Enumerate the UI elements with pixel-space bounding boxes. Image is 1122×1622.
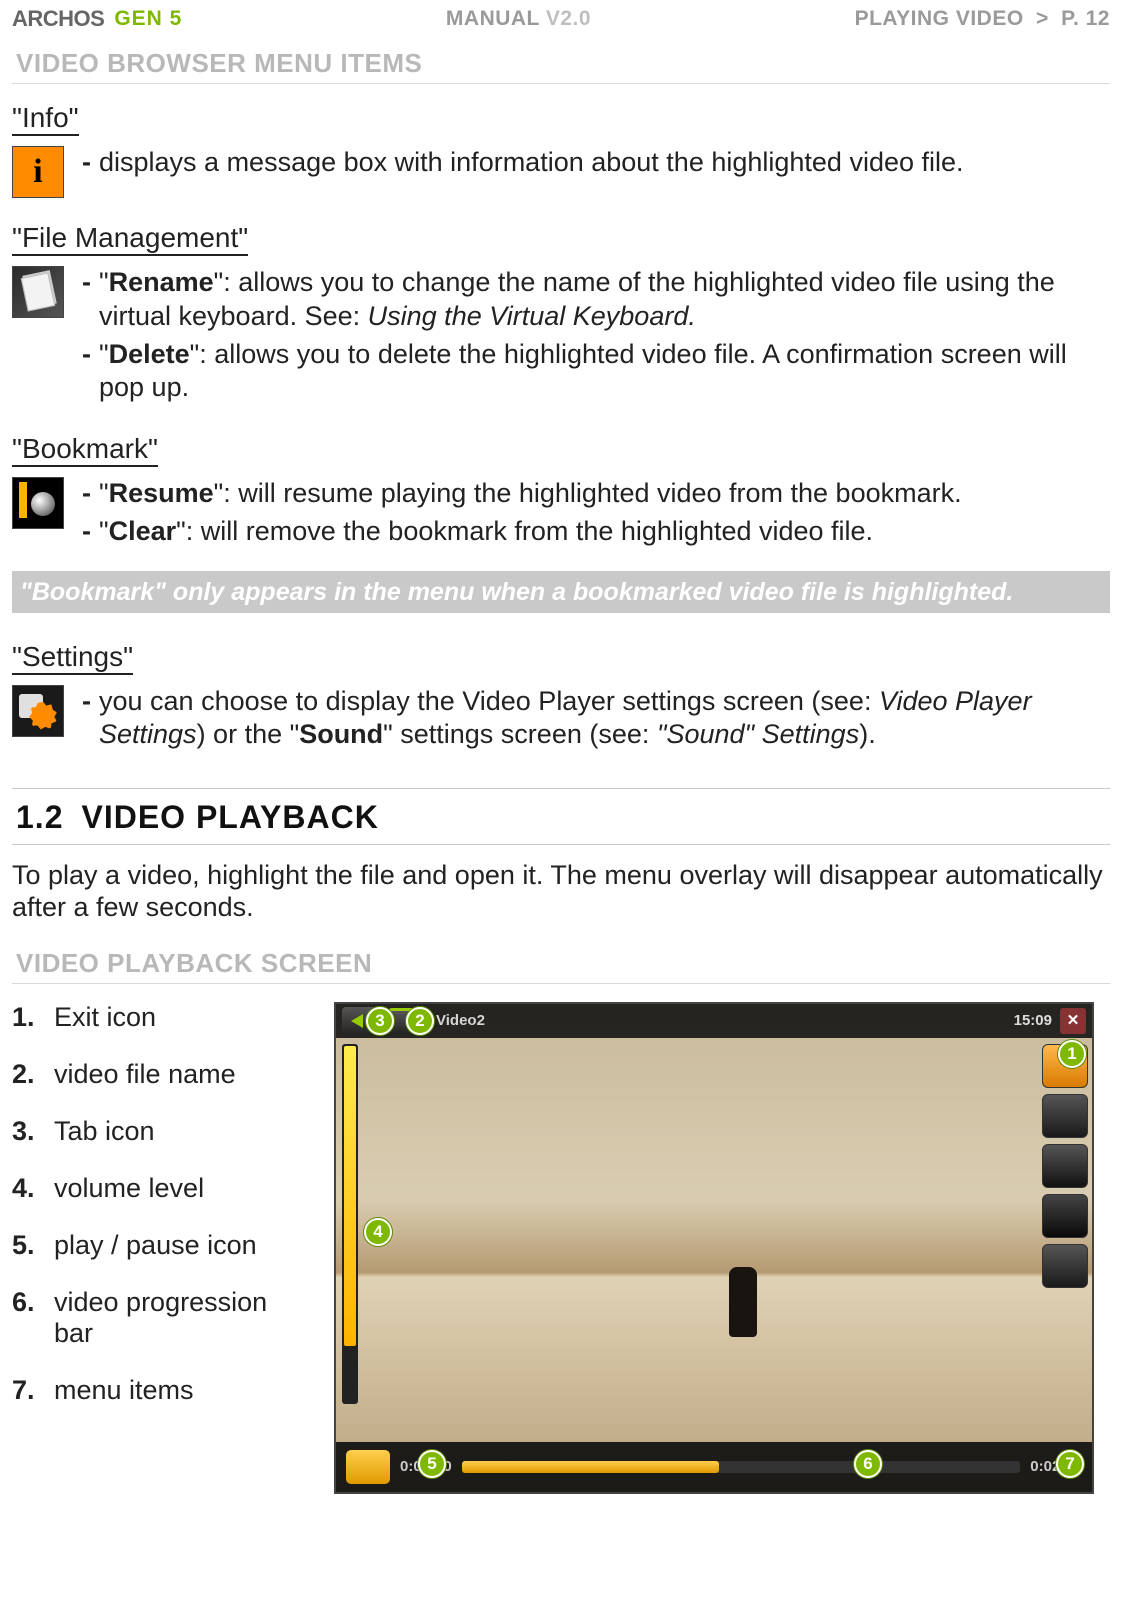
delete-label: Delete bbox=[109, 339, 190, 369]
list-item: 6.video progression bar bbox=[12, 1287, 312, 1349]
video-player-screenshot: Video2 15:09 ✕ 0:01:10 0:02:46 1 2 3 bbox=[334, 1002, 1094, 1494]
callout-marker-5: 5 bbox=[418, 1450, 446, 1478]
progress-bar[interactable] bbox=[462, 1461, 1021, 1473]
playback-intro: To play a video, highlight the file and … bbox=[12, 859, 1110, 924]
file-icon bbox=[12, 266, 64, 318]
legend-7: menu items bbox=[54, 1375, 194, 1406]
rename-description: "Rename": allows you to change the name … bbox=[99, 266, 1110, 334]
video-content-silhouette bbox=[729, 1267, 757, 1337]
breadcrumb-section: PLAYING VIDEO bbox=[855, 7, 1024, 30]
manual-label: MANUAL bbox=[446, 7, 540, 30]
menu-item-file-title: "File Management" bbox=[12, 222, 248, 256]
bullet-dash: - bbox=[82, 338, 91, 406]
list-item: 1.Exit icon bbox=[12, 1002, 312, 1033]
page-number: P. 12 bbox=[1061, 7, 1110, 30]
brand-logo: ARCHOS bbox=[12, 6, 104, 32]
player-bottombar: 0:01:10 0:02:46 bbox=[336, 1442, 1092, 1492]
clear-label: Clear bbox=[109, 516, 177, 546]
menu-speed-icon[interactable] bbox=[1042, 1144, 1088, 1188]
section-heading-playback-screen: VIDEO PLAYBACK SCREEN bbox=[12, 934, 1110, 984]
clear-text: : will remove the bookmark from the high… bbox=[186, 516, 873, 546]
menu-settings-icon[interactable] bbox=[1042, 1244, 1088, 1288]
bookmark-icon bbox=[12, 477, 64, 529]
settings-end: ). bbox=[859, 719, 876, 749]
section-title: VIDEO PLAYBACK bbox=[81, 799, 378, 835]
legend-6: video progression bar bbox=[54, 1287, 312, 1349]
legend-list: 1.Exit icon 2.video file name 3.Tab icon… bbox=[12, 1002, 312, 1432]
menu-format-icon[interactable] bbox=[1042, 1094, 1088, 1138]
bookmark-note: "Bookmark" only appears in the menu when… bbox=[12, 571, 1110, 613]
callout-marker-1: 1 bbox=[1058, 1040, 1086, 1068]
breadcrumb: PLAYING VIDEO > P. 12 bbox=[855, 7, 1110, 31]
delete-text: : allows you to delete the highlighted v… bbox=[99, 339, 1067, 403]
settings-mid2: " settings screen (see: bbox=[383, 719, 657, 749]
settings-mid: ) or the " bbox=[197, 719, 300, 749]
section-heading-playback: 1.2 VIDEO PLAYBACK bbox=[12, 788, 1110, 845]
clear-description: "Clear": will remove the bookmark from t… bbox=[99, 515, 873, 549]
legend-3: Tab icon bbox=[54, 1116, 155, 1147]
chevron-right-icon: > bbox=[1036, 7, 1049, 30]
resume-label: Resume bbox=[109, 478, 214, 508]
callout-marker-3: 3 bbox=[366, 1007, 394, 1035]
legend-2: video file name bbox=[54, 1059, 236, 1090]
callout-marker-7: 7 bbox=[1056, 1450, 1084, 1478]
player-topbar: Video2 15:09 ✕ bbox=[336, 1004, 1092, 1038]
video-filename: Video2 bbox=[436, 1012, 485, 1029]
info-description: displays a message box with information … bbox=[99, 146, 964, 180]
menu-item-settings-title: "Settings" bbox=[12, 641, 133, 675]
volume-bar[interactable] bbox=[342, 1044, 358, 1404]
sound-label: Sound bbox=[299, 719, 383, 749]
menu-sidebar bbox=[1042, 1044, 1088, 1288]
rename-label: Rename bbox=[109, 267, 214, 297]
settings-ref2: "Sound" Settings bbox=[657, 719, 859, 749]
menu-item-info-title: "Info" bbox=[12, 102, 79, 136]
menu-bookmark-icon[interactable] bbox=[1042, 1194, 1088, 1238]
bullet-dash: - bbox=[82, 477, 91, 511]
legend-5: play / pause icon bbox=[54, 1230, 257, 1261]
settings-description: you can choose to display the Video Play… bbox=[99, 685, 1110, 753]
list-item: 2.video file name bbox=[12, 1059, 312, 1090]
list-item: 3.Tab icon bbox=[12, 1116, 312, 1147]
clock-label: 15:09 bbox=[1014, 1012, 1052, 1029]
doc-title: MANUAL V2.0 bbox=[446, 7, 591, 31]
legend-4: volume level bbox=[54, 1173, 204, 1204]
resume-description: "Resume": will resume playing the highli… bbox=[99, 477, 962, 511]
close-icon[interactable]: ✕ bbox=[1060, 1008, 1086, 1034]
bullet-dash: - bbox=[82, 515, 91, 549]
resume-text: : will resume playing the highlighted vi… bbox=[223, 478, 961, 508]
settings-pre: you can choose to display the Video Play… bbox=[99, 686, 879, 716]
bullet-dash: - bbox=[82, 685, 91, 753]
info-icon bbox=[12, 146, 64, 198]
settings-icon bbox=[12, 685, 64, 737]
menu-item-bookmark-title: "Bookmark" bbox=[12, 433, 158, 467]
product-line: GEN 5 bbox=[114, 7, 182, 31]
rename-ref: Using the Virtual Keyboard. bbox=[368, 301, 696, 331]
play-pause-icon[interactable] bbox=[346, 1450, 390, 1484]
list-item: 4.volume level bbox=[12, 1173, 312, 1204]
callout-marker-2: 2 bbox=[406, 1007, 434, 1035]
callout-marker-6: 6 bbox=[854, 1450, 882, 1478]
list-item: 7.menu items bbox=[12, 1375, 312, 1406]
delete-description: "Delete": allows you to delete the highl… bbox=[99, 338, 1110, 406]
version-label: V2.0 bbox=[546, 7, 591, 30]
legend-1: Exit icon bbox=[54, 1002, 156, 1033]
bullet-dash: - bbox=[82, 146, 91, 180]
callout-marker-4: 4 bbox=[364, 1218, 392, 1246]
list-item: 5.play / pause icon bbox=[12, 1230, 312, 1261]
section-heading-menu-items: VIDEO BROWSER MENU ITEMS bbox=[12, 34, 1110, 84]
page-header: ARCHOS GEN 5 MANUAL V2.0 PLAYING VIDEO >… bbox=[12, 0, 1110, 34]
bullet-dash: - bbox=[82, 266, 91, 334]
section-number: 1.2 bbox=[16, 799, 63, 835]
